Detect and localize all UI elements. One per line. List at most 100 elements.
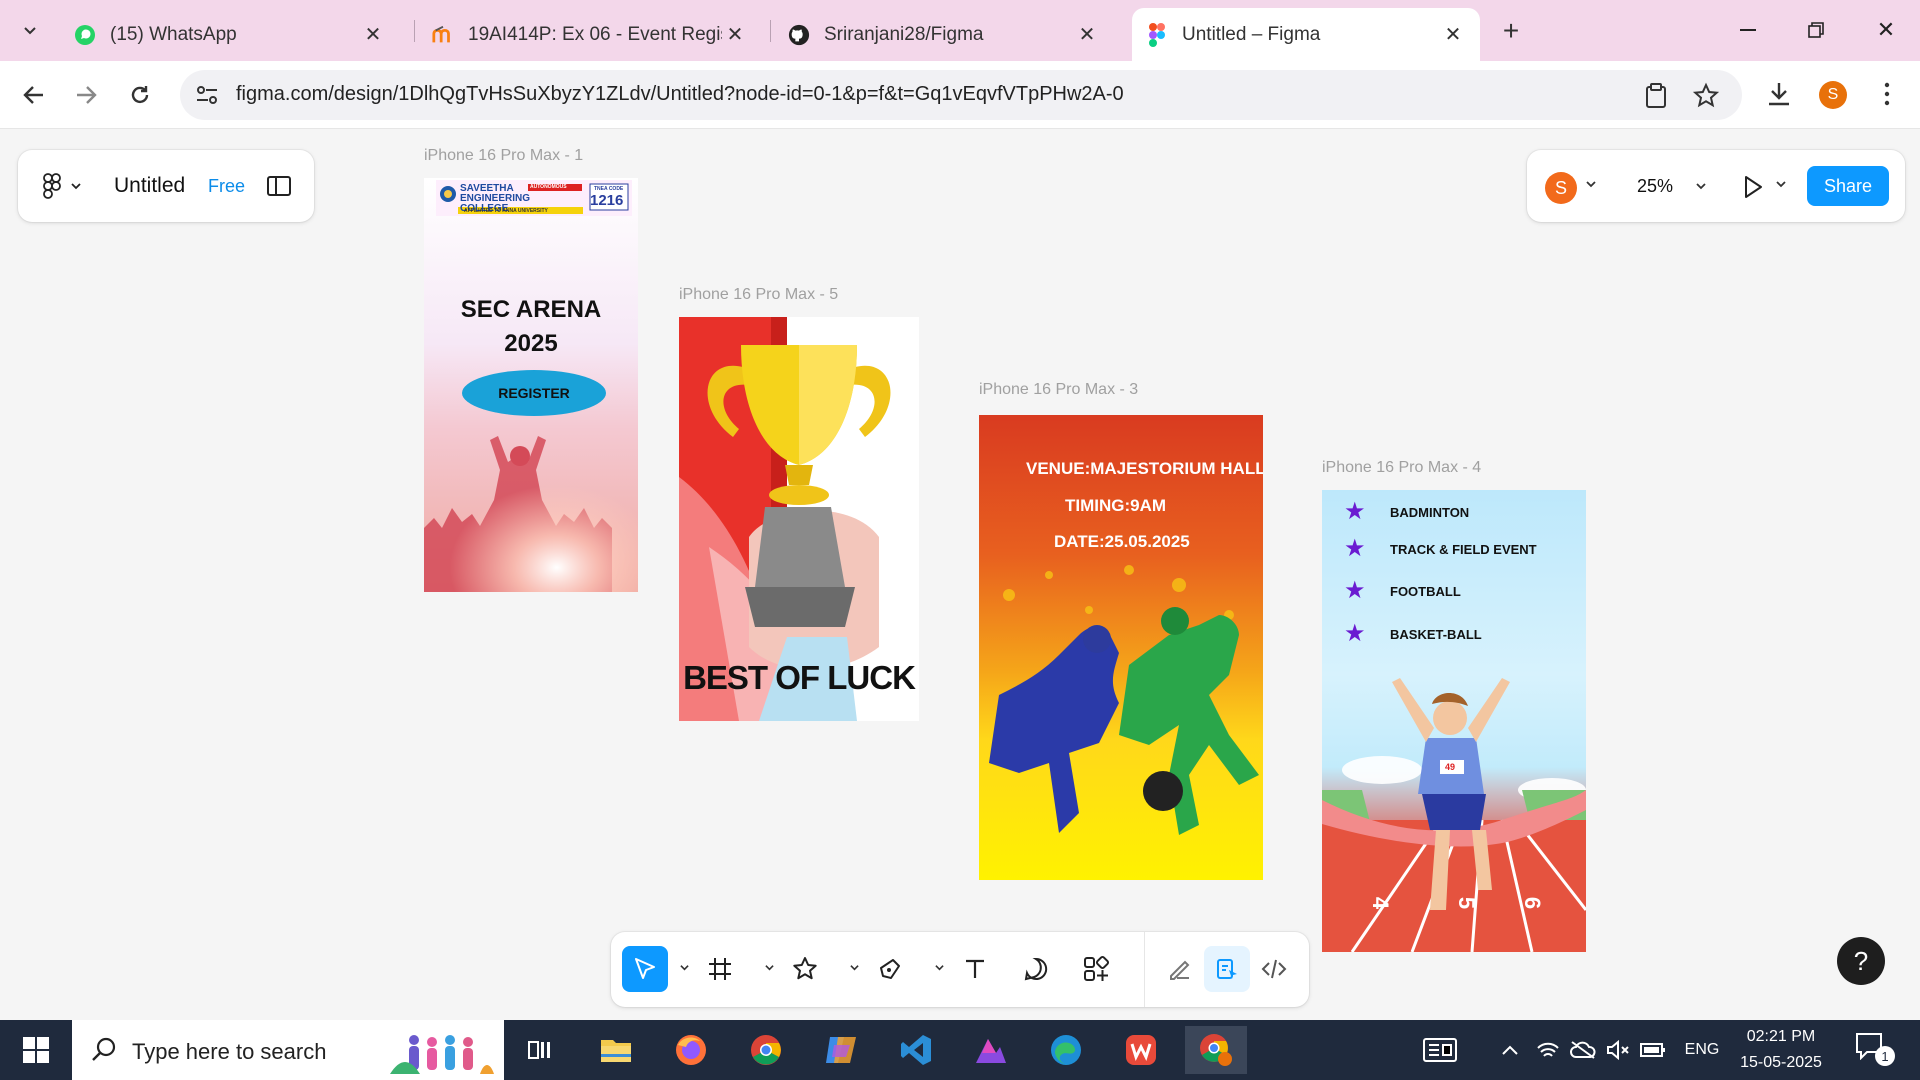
- language-indicator[interactable]: ENG: [1682, 1034, 1722, 1066]
- copilot-icon[interactable]: [810, 1026, 872, 1074]
- frame-events-list[interactable]: 49 4 5 6 ★ BADMINTON ★ TRACK & FIELD EVE…: [1322, 490, 1586, 952]
- components-tool-button[interactable]: [1073, 946, 1119, 992]
- profile-avatar[interactable]: S: [1819, 81, 1847, 109]
- figma-canvas[interactable]: Untitled Free S 25% Share iPhone 16 Pro …: [0, 129, 1920, 1020]
- tab-whatsapp[interactable]: (15) WhatsApp ✕: [60, 8, 400, 61]
- close-tab-icon[interactable]: ✕: [1074, 22, 1100, 48]
- app-icon[interactable]: [960, 1026, 1022, 1074]
- register-button[interactable]: REGISTER: [462, 370, 606, 416]
- move-tool-button[interactable]: [622, 946, 668, 992]
- frame-best-of-luck[interactable]: BEST OF LUCK: [679, 317, 919, 721]
- taskbar-search-box[interactable]: Type here to search: [72, 1020, 504, 1080]
- forward-icon[interactable]: [66, 75, 106, 115]
- task-view-icon[interactable]: [510, 1026, 572, 1074]
- timing-text: TIMING:9AM: [1065, 496, 1167, 515]
- tab-divider: [414, 20, 415, 42]
- figma-menu-icon[interactable]: [42, 172, 86, 200]
- chevron-up-icon[interactable]: [1496, 1034, 1524, 1066]
- clock-date: 15-05-2025: [1740, 1054, 1822, 1071]
- frame-sec-arena[interactable]: SAVEETHA ENGINEERING COLLEGE AUTONOMOUS …: [424, 178, 638, 592]
- url-text[interactable]: figma.com/design/1DlhQgTvHsSuXbyzY1ZLdv/…: [236, 83, 1124, 106]
- download-icon[interactable]: [1764, 79, 1794, 109]
- tab-figma[interactable]: Untitled – Figma ✕: [1132, 8, 1480, 61]
- present-play-icon[interactable]: [1741, 174, 1765, 200]
- address-bar[interactable]: figma.com/design/1DlhQgTvHsSuXbyzY1ZLdv/…: [180, 70, 1742, 120]
- comment-bubble-icon: [1024, 957, 1048, 981]
- edge-icon[interactable]: [1035, 1026, 1097, 1074]
- frame-venue-details[interactable]: VENUE:MAJESTORIUM HALL TIMING:9AM DATE:2…: [979, 415, 1263, 880]
- design-mode-button[interactable]: [1204, 946, 1250, 992]
- draw-mode-button[interactable]: [1157, 946, 1203, 992]
- file-panel: Untitled Free: [18, 150, 314, 222]
- user-avatar[interactable]: S: [1545, 172, 1577, 204]
- volume-muted-icon[interactable]: [1604, 1034, 1632, 1066]
- more-menu-icon[interactable]: [1872, 79, 1902, 109]
- comment-tool-button[interactable]: [1013, 946, 1059, 992]
- cloud-offline-icon[interactable]: [1568, 1034, 1598, 1066]
- tab-search-chevron-icon[interactable]: [12, 12, 48, 48]
- news-widget-icon[interactable]: [1420, 1034, 1460, 1066]
- chevron-down-icon[interactable]: [764, 963, 775, 972]
- tab-divider: [770, 20, 771, 42]
- chevron-down-icon[interactable]: [1775, 178, 1787, 192]
- frame-tool-button[interactable]: [697, 946, 743, 992]
- file-name[interactable]: Untitled: [114, 174, 185, 198]
- text-tool-button[interactable]: [952, 946, 998, 992]
- site-settings-icon[interactable]: [194, 82, 220, 108]
- help-button[interactable]: ?: [1837, 937, 1885, 985]
- crowd-silhouette-image: [424, 428, 638, 592]
- close-window-icon[interactable]: ✕: [1866, 10, 1906, 50]
- file-explorer-icon[interactable]: [585, 1026, 647, 1074]
- notification-center-icon[interactable]: 1: [1855, 1032, 1895, 1068]
- venue-text: VENUE:MAJESTORIUM HALL: [1026, 459, 1263, 478]
- event-item-track-field: ★ TRACK & FIELD EVENT: [1344, 537, 1537, 561]
- close-tab-icon[interactable]: ✕: [1440, 22, 1466, 48]
- restore-icon[interactable]: [1796, 10, 1836, 50]
- frame-label[interactable]: iPhone 16 Pro Max - 4: [1322, 459, 1481, 477]
- pen-tool-button[interactable]: [867, 946, 913, 992]
- chevron-down-icon[interactable]: [934, 963, 945, 972]
- football-players-silhouette: [989, 565, 1259, 835]
- browser-toolbar: figma.com/design/1DlhQgTvHsSuXbyzY1ZLdv/…: [0, 61, 1920, 129]
- star-shape-icon: [793, 957, 817, 980]
- minimize-icon[interactable]: [1728, 10, 1768, 50]
- search-placeholder: Type here to search: [132, 1039, 327, 1064]
- back-icon[interactable]: [14, 75, 54, 115]
- firefox-icon[interactable]: [660, 1026, 722, 1074]
- reload-icon[interactable]: [120, 75, 160, 115]
- new-tab-button[interactable]: +: [1494, 14, 1528, 48]
- frame-label[interactable]: iPhone 16 Pro Max - 5: [679, 286, 838, 304]
- clipboard-icon[interactable]: [1642, 82, 1670, 110]
- chevron-down-icon[interactable]: [679, 963, 690, 972]
- design-mode-icon: [1217, 959, 1237, 979]
- close-tab-icon[interactable]: ✕: [722, 22, 748, 48]
- close-tab-icon[interactable]: ✕: [360, 22, 386, 48]
- chevron-down-icon[interactable]: [1585, 178, 1597, 192]
- dev-mode-button[interactable]: [1251, 946, 1297, 992]
- bookmark-star-icon[interactable]: [1692, 82, 1720, 110]
- frame-label[interactable]: iPhone 16 Pro Max - 1: [424, 147, 583, 165]
- pen-icon: [880, 959, 900, 979]
- plan-badge[interactable]: Free: [208, 176, 245, 197]
- clock[interactable]: 02:21 PM 15-05-2025: [1736, 1024, 1826, 1076]
- chrome-icon[interactable]: [735, 1026, 797, 1074]
- tab-moodle[interactable]: 19AI414P: Ex 06 - Event Registra ✕: [418, 8, 762, 61]
- event-title-year: 2025: [504, 330, 558, 357]
- toggle-sidebar-icon[interactable]: [266, 174, 292, 198]
- chrome-profile-icon[interactable]: [1185, 1026, 1247, 1074]
- star-icon: ★: [1344, 620, 1366, 647]
- windows-start-icon[interactable]: [0, 1020, 72, 1080]
- wps-office-icon[interactable]: [1110, 1026, 1172, 1074]
- chevron-down-icon[interactable]: [849, 963, 860, 972]
- tab-title: 19AI414P: Ex 06 - Event Registra: [468, 23, 722, 45]
- shape-tool-button[interactable]: [782, 946, 828, 992]
- wifi-icon[interactable]: [1534, 1034, 1562, 1066]
- vscode-icon[interactable]: [885, 1026, 947, 1074]
- tab-github[interactable]: Sriranjani28/Figma ✕: [774, 8, 1114, 61]
- share-button[interactable]: Share: [1807, 166, 1889, 206]
- zoom-dropdown[interactable]: 25%: [1621, 166, 1717, 206]
- event-title-line1: SEC ARENA: [460, 296, 602, 323]
- frame-label[interactable]: iPhone 16 Pro Max - 3: [979, 381, 1138, 399]
- event-name: FOOTBALL: [1390, 583, 1461, 599]
- battery-icon[interactable]: [1638, 1034, 1668, 1066]
